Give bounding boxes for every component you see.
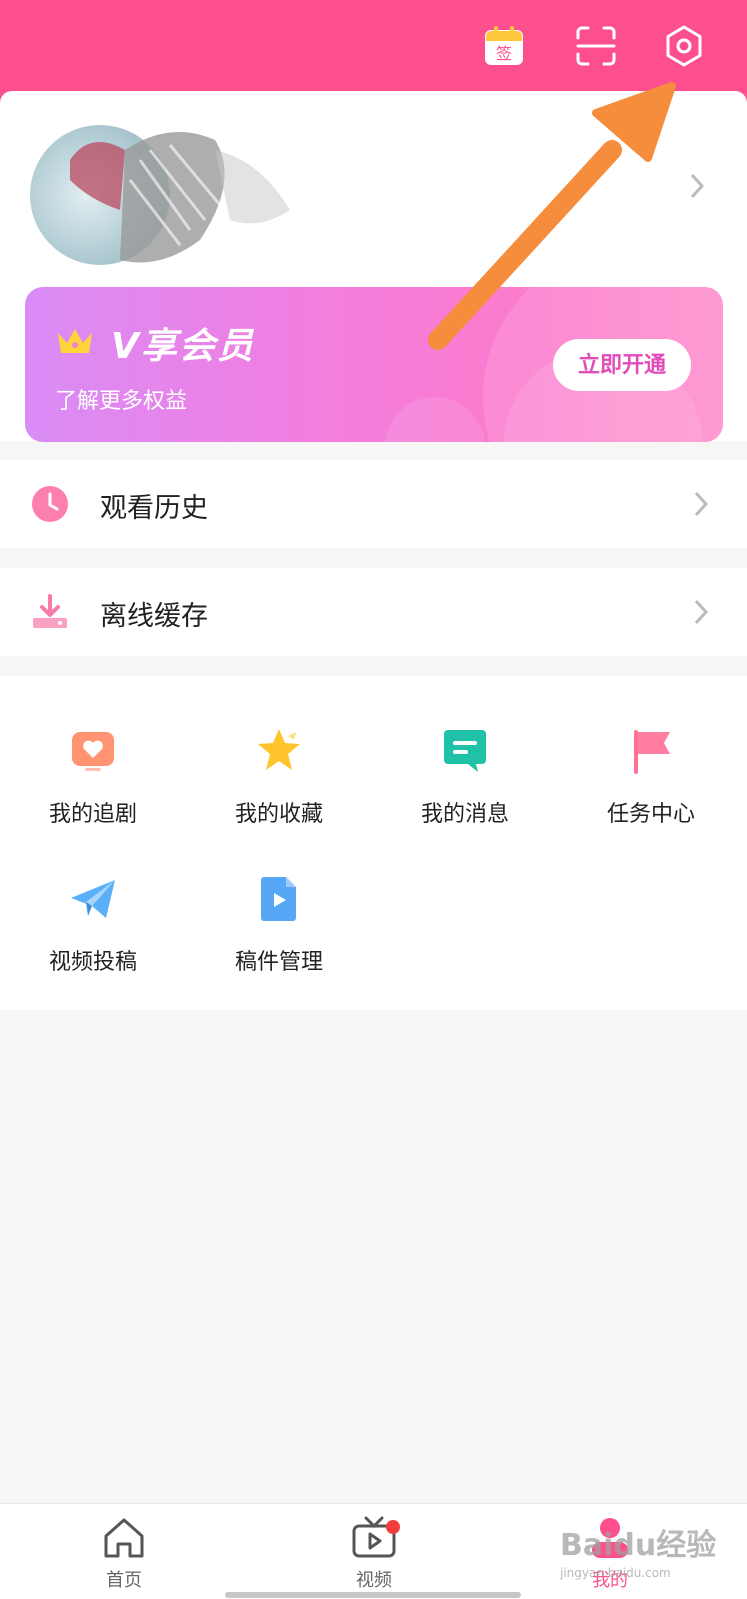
tab-home[interactable]: 首页: [64, 1514, 184, 1592]
grid-item-label: 我的追剧: [48, 802, 137, 827]
watermark-logo: Baidu经验 jingyan.baidu.com: [560, 1520, 716, 1580]
home-indicator: [225, 1592, 521, 1598]
video-file-icon: [261, 877, 296, 921]
tab-video-label: 视频: [356, 1570, 392, 1591]
tv-heart-icon: [72, 732, 114, 771]
vip-benefits-link[interactable]: 了解更多权益: [55, 383, 187, 415]
notification-dot: [386, 1520, 400, 1534]
star-icon: [258, 729, 300, 770]
watermark-url: jingyan.baidu.com: [560, 1566, 671, 1580]
home-icon: [104, 1518, 144, 1558]
grid-item-my-series[interactable]: 我的追剧: [0, 726, 186, 828]
flag-icon: [634, 730, 670, 774]
grid-item-label: 视频投稿: [48, 950, 137, 975]
clock-icon: [32, 486, 68, 522]
chevron-right-icon: [691, 489, 711, 519]
grid-item-video-submit[interactable]: 视频投稿: [0, 874, 186, 976]
vip-activate-button[interactable]: 立即开通: [553, 339, 691, 391]
offline-cache-label: 离线缓存: [100, 601, 208, 632]
grid-item-manuscript-manage[interactable]: 稿件管理: [186, 874, 372, 976]
watch-history-label: 观看历史: [100, 493, 208, 524]
download-icon: [33, 594, 67, 628]
grid-item-favorites[interactable]: 我的收藏: [186, 726, 372, 828]
grid-item-label: 我的收藏: [234, 802, 323, 827]
avatar[interactable]: [30, 120, 330, 275]
chevron-right-icon: [687, 171, 707, 201]
grid-item-label: 稿件管理: [234, 950, 323, 975]
grid-item-label: 我的消息: [420, 802, 509, 827]
watch-history-row[interactable]: 观看历史: [0, 460, 747, 548]
vip-banner[interactable]: V享会员 了解更多权益 立即开通: [25, 287, 723, 442]
grid-item-label: 任务中心: [606, 802, 695, 827]
grid-item-messages[interactable]: 我的消息: [372, 726, 558, 828]
tab-video[interactable]: 视频: [314, 1514, 434, 1592]
feature-grid: 我的追剧 我的收藏 我的消息 任务中心 视频投稿 稿件管理: [0, 676, 747, 1010]
offline-cache-row[interactable]: 离线缓存: [0, 568, 747, 656]
watermark-text: Baidu经验: [560, 1528, 717, 1563]
grid-item-task-center[interactable]: 任务中心: [558, 726, 744, 828]
paper-plane-icon: [71, 880, 115, 918]
tab-home-label: 首页: [106, 1570, 142, 1591]
settings-icon[interactable]: [662, 24, 706, 68]
checkin-text: 签: [496, 44, 512, 63]
chevron-right-icon: [691, 597, 711, 627]
scan-icon[interactable]: [574, 24, 618, 68]
calendar-checkin-icon[interactable]: 签: [482, 24, 526, 68]
vip-title: V享会员: [111, 326, 255, 367]
crown-icon: [58, 329, 92, 353]
message-icon: [444, 730, 486, 772]
